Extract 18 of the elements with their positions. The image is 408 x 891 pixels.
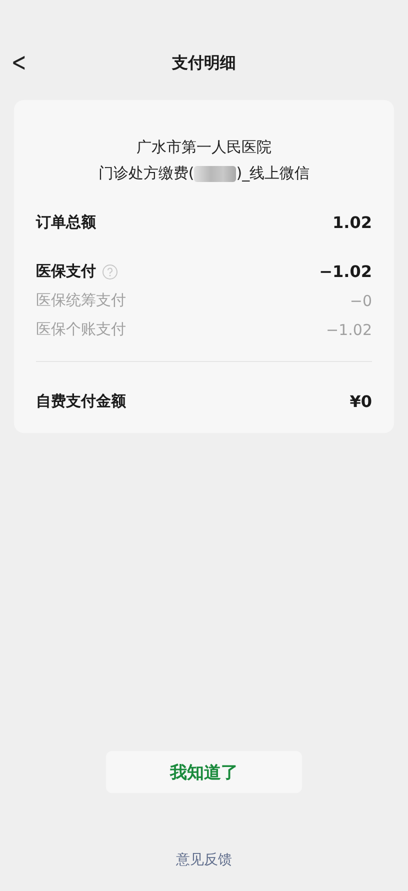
back-button[interactable]: < [8,48,30,78]
payment-description: 门诊处方缴费( [98,164,194,183]
amount-label: 医保支付 [36,262,96,281]
amount-value: −0 [350,292,372,310]
amount-value: 1.02 [332,213,372,232]
amount-value: −1.02 [319,262,372,281]
payment-channel: )_线上微信 [236,164,310,183]
confirm-button[interactable]: 我知道了 [106,751,302,793]
amount-label: 医保统筹支付 [36,291,126,310]
amount-label: 自费支付金额 [36,392,126,411]
feedback-link[interactable]: 意见反馈 [176,851,232,869]
amount-value: ¥0 [350,392,372,411]
help-icon[interactable] [102,264,118,280]
page-title: 支付明细 [172,52,236,74]
hospital-name: 广水市第一人民医院 [136,138,272,157]
amount-label: 医保个账支付 [36,320,126,339]
amount-label: 订单总额 [36,213,96,232]
amount-value: −1.02 [326,320,372,338]
